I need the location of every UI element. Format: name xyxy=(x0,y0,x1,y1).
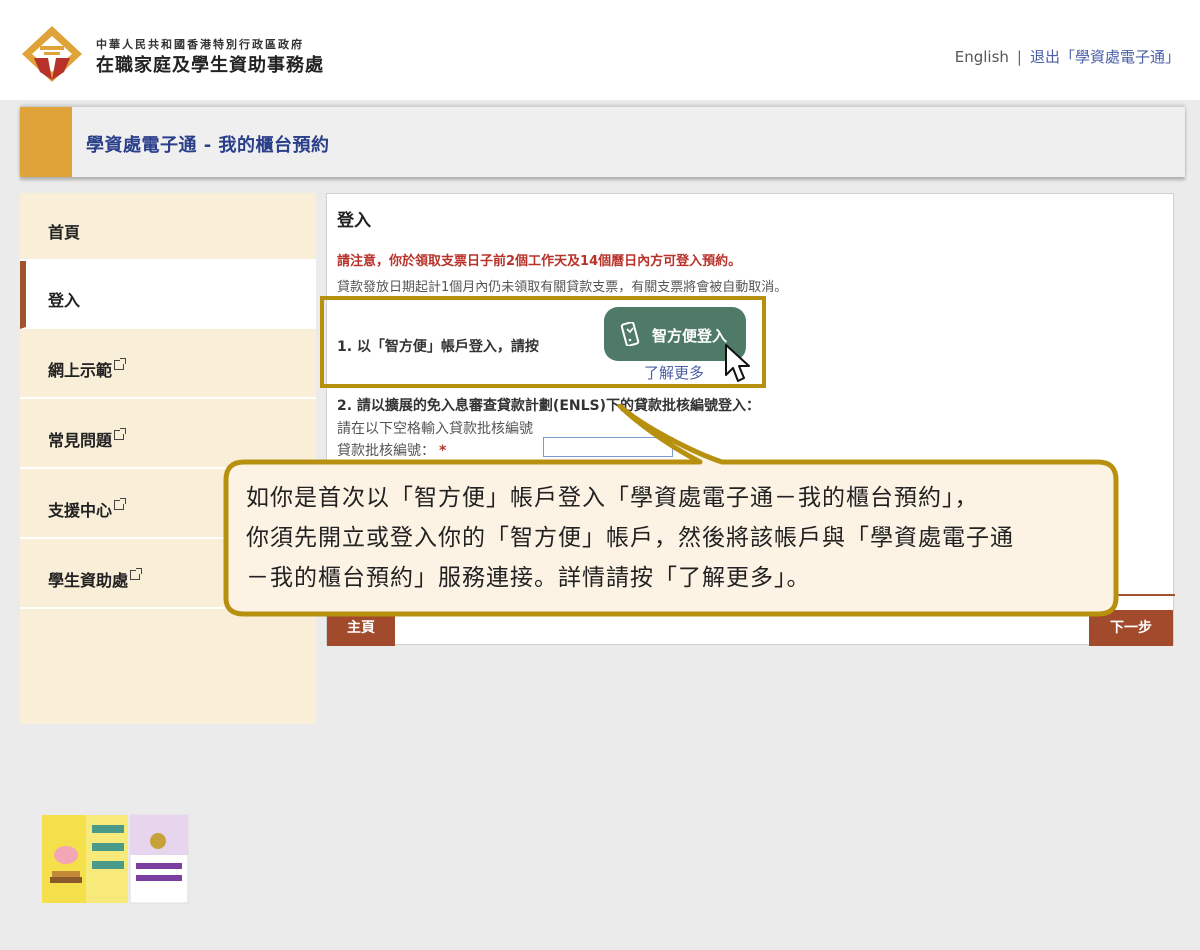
sidebar-item-label: 登入 xyxy=(48,291,81,310)
cheque-note: 貸款發放日期起計1個月內仍未領取有關貸款支票，有關支票將會被自動取消。 xyxy=(337,280,788,295)
sidebar-item-online-demo[interactable]: 網上示範 xyxy=(20,331,316,399)
wfsfaa-logo-icon xyxy=(22,26,82,82)
org-name: 在職家庭及學生資助事務處 xyxy=(96,55,324,76)
sidebar-item-label: 首頁 xyxy=(48,223,81,242)
page-title-bar: 學資處電子通 - 我的櫃台預約 xyxy=(20,107,1185,177)
callout-text: 如你是首次以「智方便」帳戶登入「學資處電子通－我的櫃台預約」， 你須先開立或登入… xyxy=(246,478,1106,598)
sidebar-item-label: 常見問題 xyxy=(48,431,113,450)
top-links: English | 退出「學資處電子通」 xyxy=(955,46,1180,67)
external-link-icon xyxy=(114,358,127,370)
sidebar-item-label: 支援中心 xyxy=(48,501,113,520)
title-accent xyxy=(20,107,72,177)
learn-more-link[interactable]: 了解更多 xyxy=(644,362,704,383)
external-link-icon xyxy=(114,498,127,510)
mouse-pointer-icon xyxy=(725,344,750,382)
sidebar-item-label: 學生資助處 xyxy=(48,571,129,590)
page-title: 學資處電子通 - 我的櫃台預約 xyxy=(86,135,330,156)
org-name-small: 中華人民共和國香港特別行政區政府 xyxy=(96,38,304,51)
callout-line: 你須先開立或登入你的「智方便」帳戶，然後將該帳戶與「學資處電子通 xyxy=(246,525,1014,551)
promo-leaflet-image[interactable] xyxy=(40,813,190,905)
top-header: 中華人民共和國香港特別行政區政府 在職家庭及學生資助事務處 English | 退出… xyxy=(0,0,1200,100)
logout-link[interactable]: 退出「學資處電子通」 xyxy=(1030,48,1180,66)
login-notice: 請注意，你於領取支票日子前2個工作天及14個曆日內方可登入預約。 xyxy=(337,254,742,269)
link-separator: | xyxy=(1016,48,1022,66)
login-heading: 登入 xyxy=(337,211,371,231)
iam-smart-login-label: 智方便登入 xyxy=(652,327,728,345)
external-link-icon xyxy=(130,568,143,580)
sidebar-item-home[interactable]: 首頁 xyxy=(20,193,316,261)
english-link[interactable]: English xyxy=(955,48,1009,66)
external-link-icon xyxy=(114,428,127,440)
callout-line: 如你是首次以「智方便」帳戶登入「學資處電子通－我的櫃台預約」， xyxy=(246,485,979,511)
sidebar-item-login[interactable]: 登入 xyxy=(20,261,316,329)
callout-line: －我的櫃台預約」服務連接。詳情請按「了解更多」。 xyxy=(246,565,811,591)
sidebar-item-label: 網上示範 xyxy=(48,361,113,380)
phone-icon xyxy=(620,322,640,346)
